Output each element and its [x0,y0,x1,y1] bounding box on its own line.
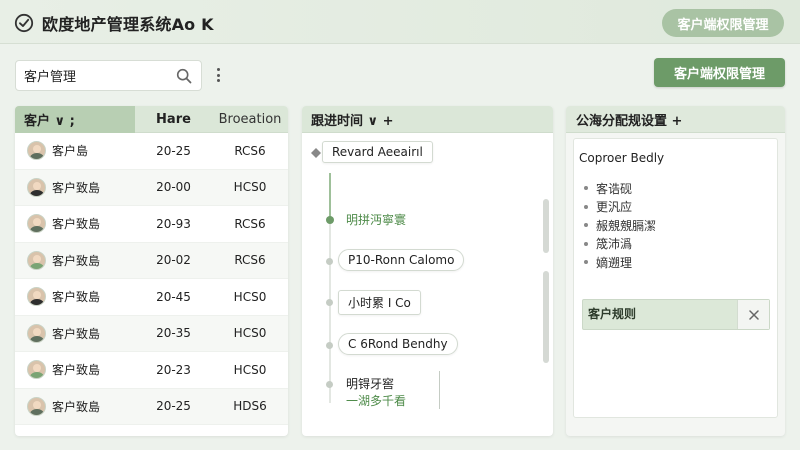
settings-list-item[interactable]: 赧覫覫膈潔 [584,216,656,235]
timeline-scrollbar-upper[interactable] [543,199,549,253]
table-row[interactable]: 客户致島 20-45 HCS0 [15,279,288,316]
avatar [27,396,46,416]
top-bar: 欧度地产管理系统Ao K 客户端权限管理 [0,0,800,44]
customer-name-cell: 客户致島 [15,177,135,197]
customer-location: RCS6 [234,253,266,268]
customer-name: 客户致島 [52,290,101,305]
settings-header[interactable]: 公海分配规设置 + [566,106,785,133]
customer-age: 20-35 [156,326,191,341]
timeline-body: Revard Aeeairıl 明拼沔寧寰 P10-Ronn Calomo 小时… [302,133,553,436]
close-icon[interactable] [737,300,769,329]
customer-rows: 客户島 20-25 RCS6 客户致島 20-00 HCS0 客户致島 20-93 RCS6 客户… [15,133,288,425]
customer-table-header: 客户 ∨ ; Hare Broeation [15,106,288,133]
customer-name: 客户致島 [52,180,101,195]
table-row[interactable]: 客户致島 20-25 HDS6 [15,388,288,425]
follow-up-timeline: 跟进时间 ∨ + Revard Aeeairıl 明拼沔寧寰 P10-Ronn … [302,106,553,436]
diamond-icon [311,148,321,158]
settings-list-item[interactable]: 嫡遡理 [584,253,656,272]
customer-name-cell: 客户島 [15,141,135,161]
column-header-age[interactable]: Hare [135,106,212,133]
customer-age: 20-25 [156,143,191,158]
customer-location: HCS0 [233,362,267,377]
customer-name-cell: 客户致島 [15,396,135,416]
customer-name: 客户致島 [52,399,101,414]
avatar [27,214,46,234]
customer-name-cell: 客户致島 [15,287,135,307]
customer-table: 客户 ∨ ; Hare Broeation 客户島 20-25 RCS6 客户致島 20… [15,106,288,436]
avatar [27,287,46,307]
customer-name: 客户致島 [52,326,101,341]
timeline-header[interactable]: 跟进时间 ∨ + [302,106,553,133]
settings-card: Coproer Bedly 客诰砚 更汎应 赧覫覫膈潔 筬沛潙 嫡遡理 客户规则 [573,138,778,418]
app-title: 欧度地产管理系统Ao K [42,15,214,34]
timeline-note-divider [439,371,440,409]
avatar [27,177,46,197]
table-row[interactable]: 客户致島 20-00 HCS0 [15,169,288,206]
column-header-location[interactable]: Broeation [212,106,288,133]
timeline-item[interactable]: 明拼沔寧寰 [346,211,406,228]
settings-card-title: Coproer Bedly [579,151,665,165]
customer-name: 客户致島 [52,363,101,378]
customer-age: 20-00 [156,180,191,195]
timeline-dot-active [326,216,334,224]
settings-list-item[interactable]: 客诰砚 [584,179,656,198]
timeline-scrollbar-lower[interactable] [543,271,549,363]
table-row[interactable]: 客户島 20-25 RCS6 [15,133,288,170]
column-header-name[interactable]: 客户 ∨ ; [15,106,135,133]
brand: 欧度地产管理系统Ao K [14,11,214,35]
customer-age: 20-93 [156,216,191,231]
settings-list-item[interactable]: 筬沛潙 [584,235,656,254]
avatar [27,323,46,343]
search-icon[interactable] [176,68,192,84]
customer-location: HDS6 [233,399,267,414]
customer-location: HCS0 [233,326,267,341]
timeline-item[interactable]: 小时累 I Co [338,290,421,315]
customer-age: 20-02 [156,253,191,268]
top-permission-button[interactable]: 客户端权限管理 [662,9,784,37]
more-vertical-icon[interactable] [213,66,223,84]
customer-age: 20-45 [156,289,191,304]
customer-name-cell: 客户致島 [15,214,135,234]
avatar [27,250,46,270]
search-input[interactable] [24,68,172,83]
timeline-item[interactable]: P10-Ronn Calomo [338,249,465,271]
check-circle-icon [14,13,34,33]
customer-name: 客户致島 [52,253,101,268]
table-row[interactable]: 客户致島 20-23 HCS0 [15,352,288,389]
timeline-dot [326,342,333,349]
settings-list-item[interactable]: 更汎应 [584,198,656,217]
selected-rule-label: 客户规则 [588,307,637,321]
settings-list: 客诰砚 更汎应 赧覫覫膈潔 筬沛潙 嫡遡理 [584,179,656,272]
timeline-item[interactable]: 明锝牙窖 [346,375,394,392]
pool-allocation-settings: 公海分配规设置 + Coproer Bedly 客诰砚 更汎应 赧覫覫膈潔 筬沛… [566,106,785,436]
table-row[interactable]: 客户致島 20-35 HCS0 [15,315,288,352]
table-row[interactable]: 客户致島 20-02 RCS6 [15,242,288,279]
avatar [27,360,46,380]
timeline-item[interactable]: C 6Rond Bendhy [338,333,458,355]
customer-age: 20-25 [156,399,191,414]
timeline-item[interactable]: Revard Aeeairıl [322,141,433,163]
timeline-dot [326,381,333,388]
timeline-dot [326,299,333,306]
customer-location: RCS6 [234,216,266,231]
timeline-item[interactable]: 一湖多千看 [346,392,406,409]
timeline-dot [326,258,333,265]
search-box[interactable] [15,60,202,91]
customer-location: HCS0 [233,180,267,195]
customer-name-cell: 客户致島 [15,250,135,270]
customer-name: 客户島 [52,144,89,159]
customer-name-cell: 客户致島 [15,323,135,343]
table-row[interactable]: 客户致島 20-93 RCS6 [15,206,288,243]
customer-location: RCS6 [234,143,266,158]
customer-name-cell: 客户致島 [15,360,135,380]
permission-management-button[interactable]: 客户端权限管理 [654,58,785,87]
selected-rule-tag[interactable]: 客户规则 [582,299,770,330]
customer-name: 客户致島 [52,217,101,232]
avatar [27,141,46,161]
customer-location: HCS0 [233,289,267,304]
customer-age: 20-23 [156,362,191,377]
